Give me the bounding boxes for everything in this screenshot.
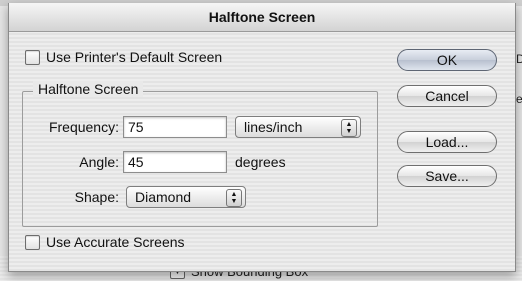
use-printer-default-label: Use Printer's Default Screen: [46, 49, 223, 65]
use-accurate-screens-checkbox[interactable]: [25, 234, 40, 250]
ok-button[interactable]: OK: [397, 49, 497, 71]
frequency-unit-value: lines/inch: [244, 119, 303, 135]
background-edge-letter: e: [516, 92, 522, 106]
frequency-label: Frequency:: [48, 119, 119, 135]
use-accurate-screens-checkbox-row[interactable]: Use Accurate Screens: [25, 234, 185, 250]
frequency-input[interactable]: 75: [123, 116, 227, 138]
use-printer-default-checkbox-row[interactable]: Use Printer's Default Screen: [25, 49, 222, 65]
angle-unit-label: degrees: [235, 154, 286, 170]
group-legend: Halftone Screen: [33, 81, 144, 97]
background-edge-letter: D: [516, 52, 522, 66]
shape-label: Shape:: [74, 189, 119, 205]
use-printer-default-checkbox[interactable]: [25, 49, 40, 65]
shape-value: Diamond: [135, 189, 192, 205]
popup-arrows-icon: ▲ ▼: [341, 119, 357, 137]
save-button[interactable]: Save...: [397, 165, 497, 187]
popup-arrows-icon: ▲ ▼: [226, 189, 242, 207]
angle-label: Angle:: [79, 154, 119, 170]
use-accurate-screens-label: Use Accurate Screens: [46, 234, 185, 250]
halftone-screen-dialog: Halftone Screen Use Printer's Default Sc…: [8, 3, 516, 272]
load-button[interactable]: Load...: [397, 131, 497, 153]
frequency-unit-select[interactable]: lines/inch ▲ ▼: [235, 116, 361, 138]
cancel-button[interactable]: Cancel: [397, 85, 497, 107]
dialog-title: Halftone Screen: [9, 3, 515, 32]
shape-select[interactable]: Diamond ▲ ▼: [126, 186, 246, 208]
angle-input[interactable]: 45: [123, 151, 227, 173]
